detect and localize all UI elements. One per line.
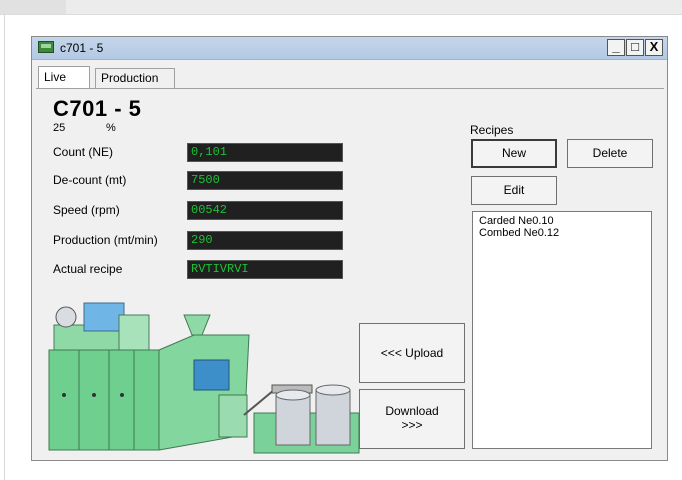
recipe-list-item[interactable]: Combed Ne0.12	[479, 227, 645, 239]
machine-app-icon	[38, 41, 54, 53]
upload-button[interactable]: <<< Upload	[359, 323, 465, 383]
decount-label: De-count (mt)	[53, 173, 127, 187]
percent-unit: %	[106, 122, 116, 134]
count-label: Count (NE)	[53, 145, 114, 159]
download-button[interactable]: Download >>>	[359, 389, 465, 449]
machine-window: c701 - 5 _ □ X Live Production C701 - 5 …	[31, 36, 668, 461]
minimize-button[interactable]: _	[607, 39, 625, 56]
recipe-list[interactable]: Carded Ne0.10 Combed Ne0.12	[472, 211, 652, 449]
production-value: 290	[187, 231, 343, 250]
actual-recipe-value: RVTIVRVI	[187, 260, 343, 279]
decount-value: 7500	[187, 171, 343, 190]
tab-divider	[36, 88, 664, 89]
host-top-bar-segment	[0, 0, 66, 14]
percent-value: 25	[53, 122, 66, 134]
download-label: Download	[385, 404, 439, 418]
new-recipe-button[interactable]: New	[471, 139, 557, 168]
count-value: 0,101	[187, 143, 343, 162]
production-label: Production (mt/min)	[53, 233, 158, 247]
close-button[interactable]: X	[645, 39, 663, 56]
recipe-list-item[interactable]: Carded Ne0.10	[479, 215, 645, 227]
window-titlebar[interactable]: c701 - 5 _ □ X	[32, 37, 667, 60]
host-frame-edge	[4, 14, 5, 480]
actual-recipe-label: Actual recipe	[53, 262, 123, 276]
host-top-bar	[0, 0, 682, 15]
carding-machine-illustration	[48, 302, 360, 454]
edit-recipe-button[interactable]: Edit	[471, 176, 557, 205]
window-title: c701 - 5	[60, 41, 104, 55]
delete-recipe-button[interactable]: Delete	[567, 139, 653, 168]
machine-title: C701 - 5	[53, 96, 142, 121]
recipes-label: Recipes	[470, 123, 514, 137]
tab-production[interactable]: Production	[95, 68, 175, 88]
speed-label: Speed (rpm)	[53, 203, 120, 217]
download-arrows: >>>	[401, 418, 423, 432]
tab-live[interactable]: Live	[38, 66, 90, 88]
maximize-button[interactable]: □	[626, 39, 644, 56]
speed-value: 00542	[187, 201, 343, 220]
